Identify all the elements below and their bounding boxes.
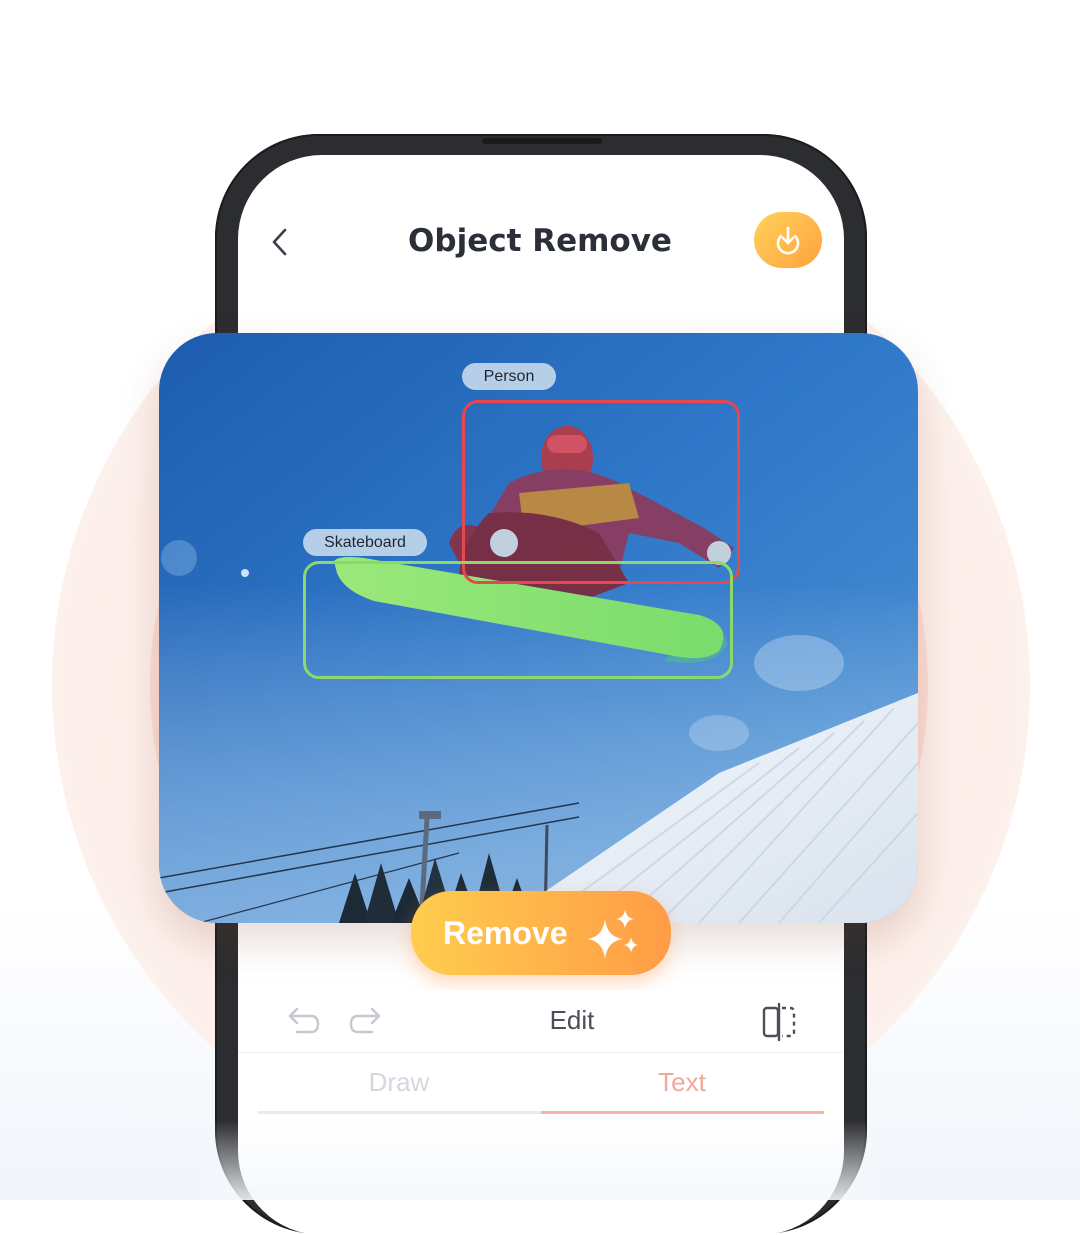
- redo-button[interactable]: [348, 1006, 384, 1040]
- toolbar-divider: [238, 1052, 844, 1053]
- edit-label: Edit: [549, 1005, 595, 1035]
- download-icon: [776, 226, 800, 255]
- tab-track: [258, 1111, 541, 1114]
- undo-icon: [288, 1007, 320, 1034]
- photo-canvas[interactable]: Person Skateboard: [159, 333, 918, 923]
- compare-icon: [762, 1002, 796, 1042]
- download-button[interactable]: [754, 212, 822, 268]
- sparkles-icon: [587, 909, 638, 959]
- bottom-fade: [200, 1120, 880, 1200]
- remove-button[interactable]: Remove: [411, 891, 671, 975]
- redo-icon: [349, 1007, 381, 1034]
- chevron-left-icon: [272, 228, 287, 256]
- tab-draw[interactable]: Draw: [258, 1062, 540, 1102]
- tab-text[interactable]: Text: [541, 1062, 823, 1102]
- back-button[interactable]: [262, 222, 298, 262]
- detection-box-skateboard[interactable]: [303, 561, 733, 679]
- detection-box-person[interactable]: [462, 400, 740, 584]
- compare-button[interactable]: [760, 1002, 798, 1046]
- detection-label-skateboard[interactable]: Skateboard: [303, 529, 427, 556]
- page-title: Object Remove: [408, 223, 672, 259]
- remove-button-label: Remove: [443, 915, 568, 951]
- phone-speaker: [482, 138, 602, 144]
- tab-active-indicator: [541, 1111, 824, 1114]
- detection-label-person[interactable]: Person: [462, 363, 556, 390]
- undo-button[interactable]: [285, 1006, 321, 1040]
